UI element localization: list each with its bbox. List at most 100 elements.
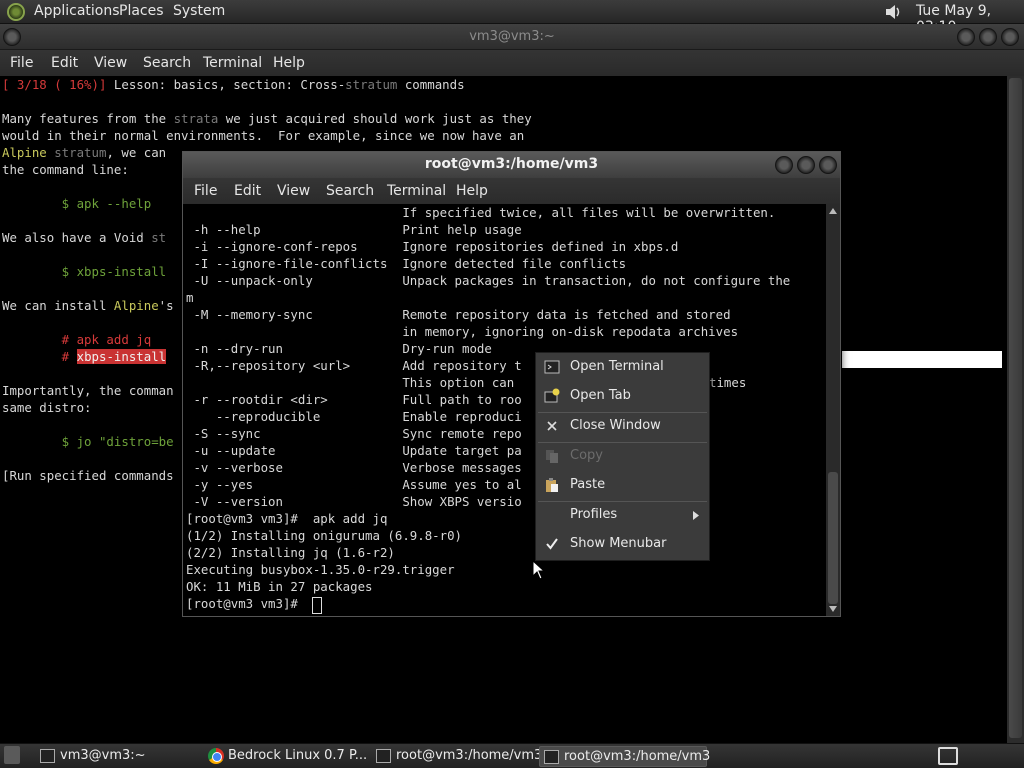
terminal-line: -n --dry-run Dry-run mode — [186, 341, 492, 356]
main-scrollbar[interactable] — [1007, 76, 1024, 743]
task-label: root@vm3:/home/vm3 — [564, 749, 711, 764]
system-menu[interactable]: System — [173, 3, 225, 19]
task-root-terminal[interactable]: root@vm3:/home/vm3 — [372, 746, 542, 767]
root-scrollbar[interactable] — [826, 204, 840, 616]
close-window-item[interactable]: Close Window — [536, 414, 709, 438]
open-tab-item[interactable]: Open Tab — [536, 384, 709, 408]
terminal-line: [ 3/18 ( 16%)] Lesson: basics, section: … — [2, 76, 465, 93]
menu-file[interactable]: File — [10, 55, 33, 71]
task-browser[interactable]: Bedrock Linux 0.7 P... — [204, 746, 368, 767]
menu-file[interactable]: File — [194, 183, 217, 199]
top-panel: Applications Places System Tue May 9, 03… — [0, 0, 1024, 35]
terminal-line: We also have a Void st — [2, 229, 166, 246]
copy-item: Copy — [536, 444, 709, 468]
root-window-titlebar[interactable]: root@vm3:/home/vm3 — [183, 152, 840, 178]
task-root-terminal-active[interactable]: root@vm3:/home/vm3 — [539, 746, 711, 767]
show-desktop-icon[interactable] — [938, 747, 958, 765]
maximize-button[interactable] — [979, 28, 997, 46]
paste-item[interactable]: Paste — [536, 473, 709, 497]
menu-terminal[interactable]: Terminal — [203, 55, 262, 71]
root-window-title: root@vm3:/home/vm3 — [424, 156, 599, 172]
terminal-line: # apk add jq — [2, 332, 152, 347]
terminal-line: OK: 11 MiB in 27 packages — [186, 579, 373, 594]
submenu-arrow-icon — [693, 511, 699, 520]
terminal-line: --reproducible Enable reproduci — [186, 409, 522, 424]
terminal-line: -h --help Print help usage — [186, 222, 522, 237]
menu-edit[interactable]: Edit — [51, 55, 78, 71]
text-segment: We also have a Void — [2, 230, 152, 245]
copy-label: Copy — [570, 448, 603, 463]
menu-search[interactable]: Search — [143, 55, 191, 71]
terminal-line: the command line: — [2, 162, 129, 177]
lesson-progress: [ 3/18 ( 16%)] — [2, 77, 114, 92]
terminal-line: If specified twice, all files will be ov… — [186, 205, 776, 220]
text-segment: # — [2, 349, 77, 364]
maximize-button[interactable] — [797, 156, 815, 174]
new-tab-icon — [544, 388, 560, 403]
text-segment: strata — [173, 111, 219, 126]
close-button[interactable] — [819, 156, 837, 174]
lesson-title: Lesson: basics, section: Cross- — [113, 77, 346, 92]
mouse-pointer-icon — [532, 560, 544, 580]
root-terminal-window: root@vm3:/home/vm3 File Edit View Search… — [182, 151, 841, 617]
bottom-taskbar: vm3@vm3:~ Bedrock Linux 0.7 P... root@vm… — [0, 743, 1024, 768]
terminal-line: Alpine stratum, we can — [2, 144, 174, 161]
terminal-line: -u --update Update target pa — [186, 443, 522, 458]
text-segment: we just acquired should work just as the… — [218, 111, 532, 126]
task-label: root@vm3:/home/vm3 — [396, 748, 543, 763]
terminal-line: [root@vm3 vm3]# apk add jq — [186, 511, 388, 526]
terminal-line: (1/2) Installing oniguruma (6.9.8-r0) — [186, 528, 463, 543]
terminal-line: -I --ignore-file-conflicts Ignore detect… — [186, 256, 627, 271]
minimize-button[interactable] — [775, 156, 793, 174]
menu-help[interactable]: Help — [273, 55, 305, 71]
text-segment: st — [151, 230, 167, 245]
terminal-line: -R,--repository <url> Add repository t — [186, 358, 522, 373]
menu-view[interactable]: View — [94, 55, 127, 71]
desktop-switcher-icon[interactable] — [4, 746, 20, 764]
terminal-line: Importantly, the comman — [2, 383, 174, 398]
menu-separator — [538, 442, 707, 443]
show-menubar-item[interactable]: Show Menubar — [536, 532, 709, 556]
close-button[interactable] — [1001, 28, 1019, 46]
open-tab-label: Open Tab — [570, 388, 631, 403]
text-segment: Alpine — [2, 145, 55, 160]
copy-icon — [546, 450, 558, 463]
volume-icon[interactable] — [884, 3, 902, 21]
text-segment: Alpine — [113, 298, 159, 313]
applications-menu[interactable]: Applications — [34, 3, 120, 19]
places-menu[interactable]: Places — [119, 3, 164, 19]
open-terminal-item[interactable]: Open Terminal — [536, 355, 709, 379]
terminal-line: in memory, ignoring on-disk repodata arc… — [186, 324, 739, 339]
menu-view[interactable]: View — [277, 183, 310, 199]
menu-terminal[interactable]: Terminal — [387, 183, 446, 199]
task-label: vm3@vm3:~ — [60, 748, 146, 763]
terminal-line: -M --memory-sync Remote repository data … — [186, 307, 731, 322]
lesson-title-term: stratum — [345, 77, 398, 92]
menu-help[interactable]: Help — [456, 183, 488, 199]
menu-edit[interactable]: Edit — [234, 183, 261, 199]
task-label: Bedrock Linux 0.7 P... — [228, 748, 368, 763]
profiles-item[interactable]: Profiles — [536, 503, 709, 527]
menu-separator — [538, 501, 707, 502]
terminal-text-fragment: times — [709, 375, 747, 390]
scroll-down-arrow-icon[interactable] — [829, 606, 837, 612]
root-window-menubar: File Edit View Search Terminal Help — [183, 178, 840, 204]
terminal-cursor — [312, 597, 322, 614]
minimize-button[interactable] — [957, 28, 975, 46]
menu-search[interactable]: Search — [326, 183, 374, 199]
text-segment: stratum — [54, 145, 107, 160]
root-terminal-area[interactable]: If specified twice, all files will be ov… — [183, 204, 826, 616]
gnome-logo-icon[interactable] — [7, 3, 25, 21]
close-window-label: Close Window — [570, 418, 661, 433]
root-scrollbar-thumb[interactable] — [828, 472, 838, 604]
main-window-titlebar[interactable]: vm3@vm3:~ — [0, 24, 1024, 50]
terminal-line: same distro: — [2, 400, 92, 415]
terminal-line: [Run specified commands — [2, 468, 174, 483]
scroll-up-arrow-icon[interactable] — [829, 208, 837, 214]
terminal-icon — [544, 360, 560, 374]
main-scrollbar-thumb[interactable] — [1009, 78, 1022, 738]
task-vm3-terminal[interactable]: vm3@vm3:~ — [36, 746, 198, 767]
show-menubar-label: Show Menubar — [570, 536, 667, 551]
chrome-icon — [208, 748, 224, 764]
terminal-line: -r --rootdir <dir> Full path to roo — [186, 392, 522, 407]
